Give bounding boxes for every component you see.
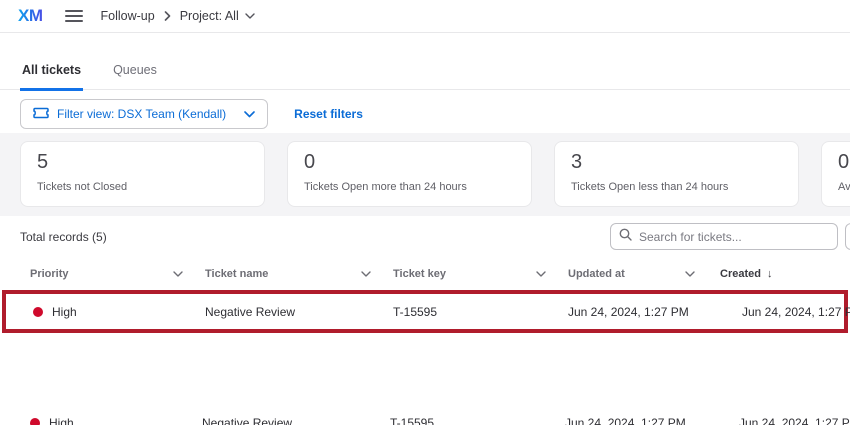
- column-header-ticket-key[interactable]: Ticket key: [393, 268, 568, 280]
- stat-label: Tickets Open less than 24 hours: [571, 181, 782, 193]
- chevron-down-icon: [244, 111, 255, 118]
- chevron-down-icon[interactable]: [536, 271, 546, 277]
- column-header-label: Updated at: [568, 268, 625, 280]
- stat-value: 0: [304, 151, 515, 174]
- updated-at-cell: Jun 24, 2024, 1:27 PM: [568, 305, 717, 319]
- column-header-priority[interactable]: Priority: [30, 268, 205, 280]
- column-header-label: Ticket name: [205, 268, 268, 280]
- table-row[interactable]: High Negative Review T-15595 Jun 24, 202…: [6, 294, 844, 329]
- priority-label: High: [52, 305, 77, 319]
- tab-bar: All tickets Queues: [0, 48, 850, 90]
- stat-cards: 5 Tickets not Closed 0 Tickets Open more…: [0, 133, 850, 207]
- search-icon: [619, 228, 632, 246]
- column-header-label: Ticket key: [393, 268, 446, 280]
- stat-value: 3: [571, 151, 782, 174]
- stat-value: 0 s: [838, 151, 850, 174]
- tab-all-tickets[interactable]: All tickets: [20, 63, 83, 91]
- xm-logo[interactable]: XM: [18, 6, 43, 26]
- updated-at-cell: Jun 24, 2024, 1:27 PM: [565, 416, 714, 425]
- breadcrumb: Follow-up Project: All: [101, 9, 255, 23]
- chevron-down-icon[interactable]: [685, 271, 695, 277]
- clipped-button[interactable]: [845, 223, 850, 250]
- ticket-name-cell: Negative Review: [202, 416, 390, 425]
- total-records-label: Total records (5): [20, 230, 107, 244]
- priority-cell: High: [27, 416, 202, 425]
- ticket-key-cell: T-15595: [393, 305, 568, 319]
- search-input[interactable]: [639, 230, 829, 244]
- priority-high-dot-icon: [33, 307, 43, 317]
- stat-card-tickets-not-closed: 5 Tickets not Closed: [20, 141, 265, 207]
- top-bar: XM Follow-up Project: All: [0, 0, 850, 33]
- ticket-icon: [33, 107, 49, 122]
- highlight-annotation-box: High Negative Review T-15595 Jun 24, 202…: [2, 290, 848, 333]
- breadcrumb-section[interactable]: Follow-up: [101, 9, 155, 23]
- column-header-ticket-name[interactable]: Ticket name: [205, 268, 393, 280]
- stat-label: Tickets Open more than 24 hours: [304, 181, 515, 193]
- project-selector[interactable]: Project: All: [180, 9, 255, 23]
- chevron-down-icon[interactable]: [173, 271, 183, 277]
- filter-toolbar: Filter view: DSX Team (Kendall) Reset fi…: [20, 99, 363, 129]
- chevron-down-icon[interactable]: [361, 271, 371, 277]
- stat-card-open-less-24h: 3 Tickets Open less than 24 hours: [554, 141, 799, 207]
- table-header-row: Priority Ticket name Ticket key Updated …: [0, 258, 850, 290]
- stat-value: 5: [37, 151, 248, 174]
- created-cell: Jun 24, 2024, 1:27 PM: [717, 305, 850, 319]
- ticket-name-cell: Negative Review: [205, 305, 393, 319]
- reset-filters-link[interactable]: Reset filters: [294, 107, 363, 121]
- filter-view-button[interactable]: Filter view: DSX Team (Kendall): [20, 99, 268, 129]
- breadcrumb-chevron-right-icon: [164, 11, 171, 21]
- priority-high-dot-icon: [30, 418, 40, 425]
- priority-cell: High: [30, 305, 205, 319]
- stat-label: Avera: [838, 181, 850, 193]
- priority-label: High: [49, 416, 74, 425]
- ticket-key-cell: T-15595: [390, 416, 565, 425]
- search-box: [610, 223, 838, 250]
- column-header-label: Created: [720, 268, 761, 280]
- stat-label: Tickets not Closed: [37, 181, 248, 193]
- sort-arrow-down-icon: ↓: [767, 268, 773, 280]
- chevron-down-icon: [245, 13, 255, 19]
- column-header-updated-at[interactable]: Updated at: [568, 268, 717, 280]
- stat-card-open-more-24h: 0 Tickets Open more than 24 hours: [287, 141, 532, 207]
- project-selector-label: Project: All: [180, 9, 239, 23]
- hamburger-menu-icon[interactable]: [65, 10, 83, 22]
- column-header-created[interactable]: Created ↓: [717, 268, 850, 280]
- filter-view-label: Filter view: DSX Team (Kendall): [57, 107, 226, 121]
- stat-card-average-clipped: 0 s Avera: [821, 141, 850, 207]
- column-header-label: Priority: [30, 268, 69, 280]
- tab-queues[interactable]: Queues: [111, 63, 159, 91]
- table-row[interactable]: High Negative Review T-15595 Jun 24, 202…: [0, 402, 850, 425]
- stats-strip: 5 Tickets not Closed 0 Tickets Open more…: [0, 133, 850, 216]
- app-window: XM Follow-up Project: All All tickets Qu…: [0, 0, 850, 425]
- created-cell: Jun 24, 2024, 1:27 PM: [714, 416, 850, 425]
